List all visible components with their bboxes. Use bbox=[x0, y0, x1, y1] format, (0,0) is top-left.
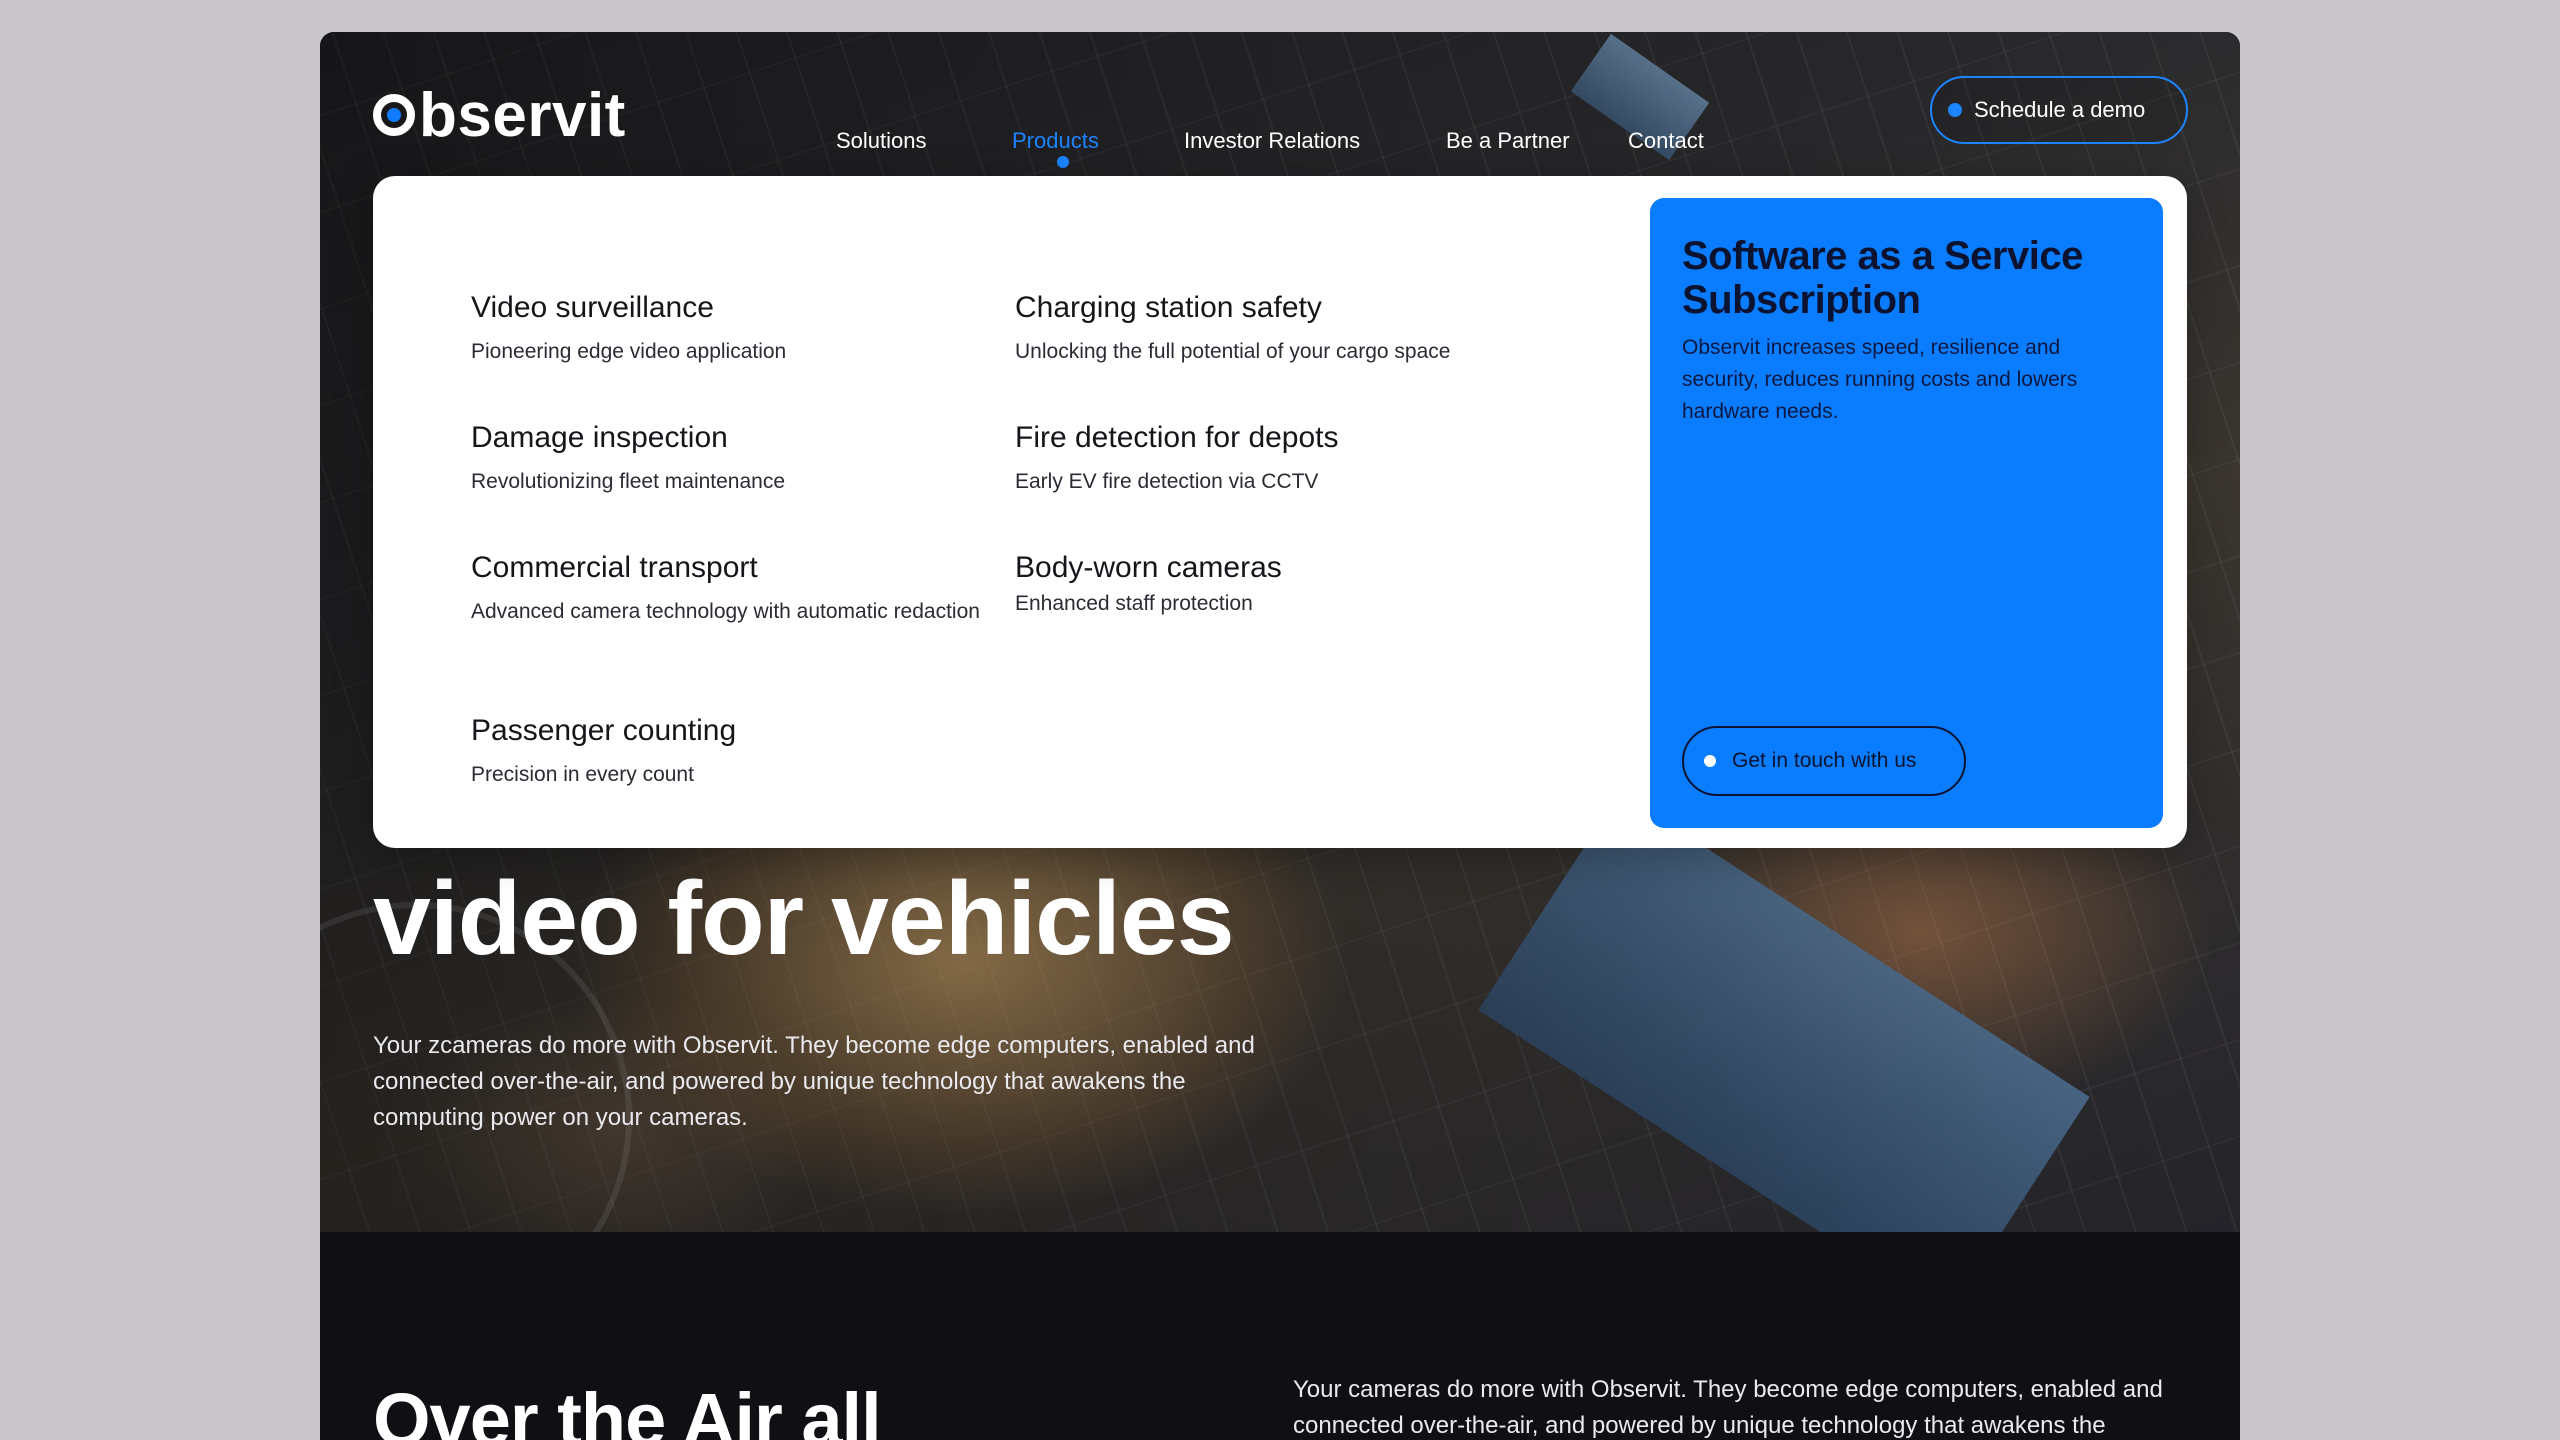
menu-item-desc: Unlocking the full potential of your car… bbox=[1015, 340, 1451, 363]
menu-item-commercial-transport[interactable]: Commercial transport Advanced camera tec… bbox=[471, 550, 991, 628]
saas-card-title: Software as a Service Subscription bbox=[1682, 234, 2083, 322]
menu-item-title: Charging station safety bbox=[1015, 291, 1322, 324]
menu-item-video-surveillance[interactable]: Video surveillance Pioneering edge video… bbox=[471, 290, 991, 368]
hero-title: video for vehicles bbox=[373, 861, 1235, 977]
nav-solutions[interactable]: Solutions bbox=[836, 126, 927, 156]
menu-item-desc: Pioneering edge video application bbox=[471, 340, 787, 363]
browser-page: video for vehicles Your zcameras do more… bbox=[320, 32, 2240, 1440]
hero-subtitle: Your zcameras do more with Observit. The… bbox=[373, 1032, 1255, 1131]
menu-item-title: Fire detection for depots bbox=[1015, 421, 1339, 454]
menu-item-title: Commercial transport bbox=[471, 551, 758, 584]
menu-item-fire-detection[interactable]: Fire detection for depots Early EV fire … bbox=[1015, 420, 1615, 498]
products-dropdown: Video surveillance Pioneering edge video… bbox=[373, 176, 2187, 848]
observit-logo[interactable]: bservit bbox=[373, 80, 626, 150]
logo-o-icon bbox=[373, 94, 415, 136]
saas-promo-card: Software as a Service Subscription Obser… bbox=[1650, 198, 2163, 828]
nav-investor-relations[interactable]: Investor Relations bbox=[1184, 126, 1360, 156]
menu-item-title: Passenger counting bbox=[471, 714, 737, 747]
schedule-demo-button[interactable]: Schedule a demo bbox=[1930, 76, 2188, 144]
section-title: Over the Air all bbox=[373, 1378, 882, 1440]
nav-active-indicator-icon bbox=[1057, 156, 1069, 168]
get-in-touch-button[interactable]: Get in touch with us bbox=[1682, 726, 1966, 796]
section-text: Your cameras do more with Observit. They… bbox=[1293, 1376, 2163, 1439]
menu-item-desc: Revolutionizing fleet maintenance bbox=[471, 470, 786, 493]
nav-be-a-partner[interactable]: Be a Partner bbox=[1446, 126, 1570, 156]
nav-products[interactable]: Products bbox=[1012, 126, 1099, 156]
menu-item-title: Body-worn cameras bbox=[1015, 551, 1282, 584]
menu-item-desc: Advanced camera technology with automati… bbox=[471, 600, 980, 623]
button-dot-icon bbox=[1704, 755, 1716, 767]
get-in-touch-label: Get in touch with us bbox=[1732, 749, 1917, 772]
nav-contact[interactable]: Contact bbox=[1628, 126, 1704, 156]
menu-item-desc: Precision in every count bbox=[471, 763, 694, 786]
menu-item-desc: Enhanced staff protection bbox=[1015, 592, 1253, 615]
menu-item-charging-station-safety[interactable]: Charging station safety Unlocking the fu… bbox=[1015, 290, 1615, 368]
menu-item-title: Damage inspection bbox=[471, 421, 728, 454]
saas-card-description: Observit increases speed, resilience and… bbox=[1682, 336, 2078, 423]
menu-item-passenger-counting[interactable]: Passenger counting Precision in every co… bbox=[471, 713, 991, 791]
menu-item-desc: Early EV fire detection via CCTV bbox=[1015, 470, 1319, 493]
schedule-demo-label: Schedule a demo bbox=[1974, 97, 2146, 122]
menu-item-title: Video surveillance bbox=[471, 291, 714, 324]
menu-item-damage-inspection[interactable]: Damage inspection Revolutionizing fleet … bbox=[471, 420, 991, 498]
button-dot-icon bbox=[1948, 103, 1962, 117]
logo-text-suffix: bservit bbox=[419, 80, 626, 150]
menu-item-body-worn-cameras[interactable]: Body-worn cameras Enhanced staff protect… bbox=[1015, 550, 1615, 620]
